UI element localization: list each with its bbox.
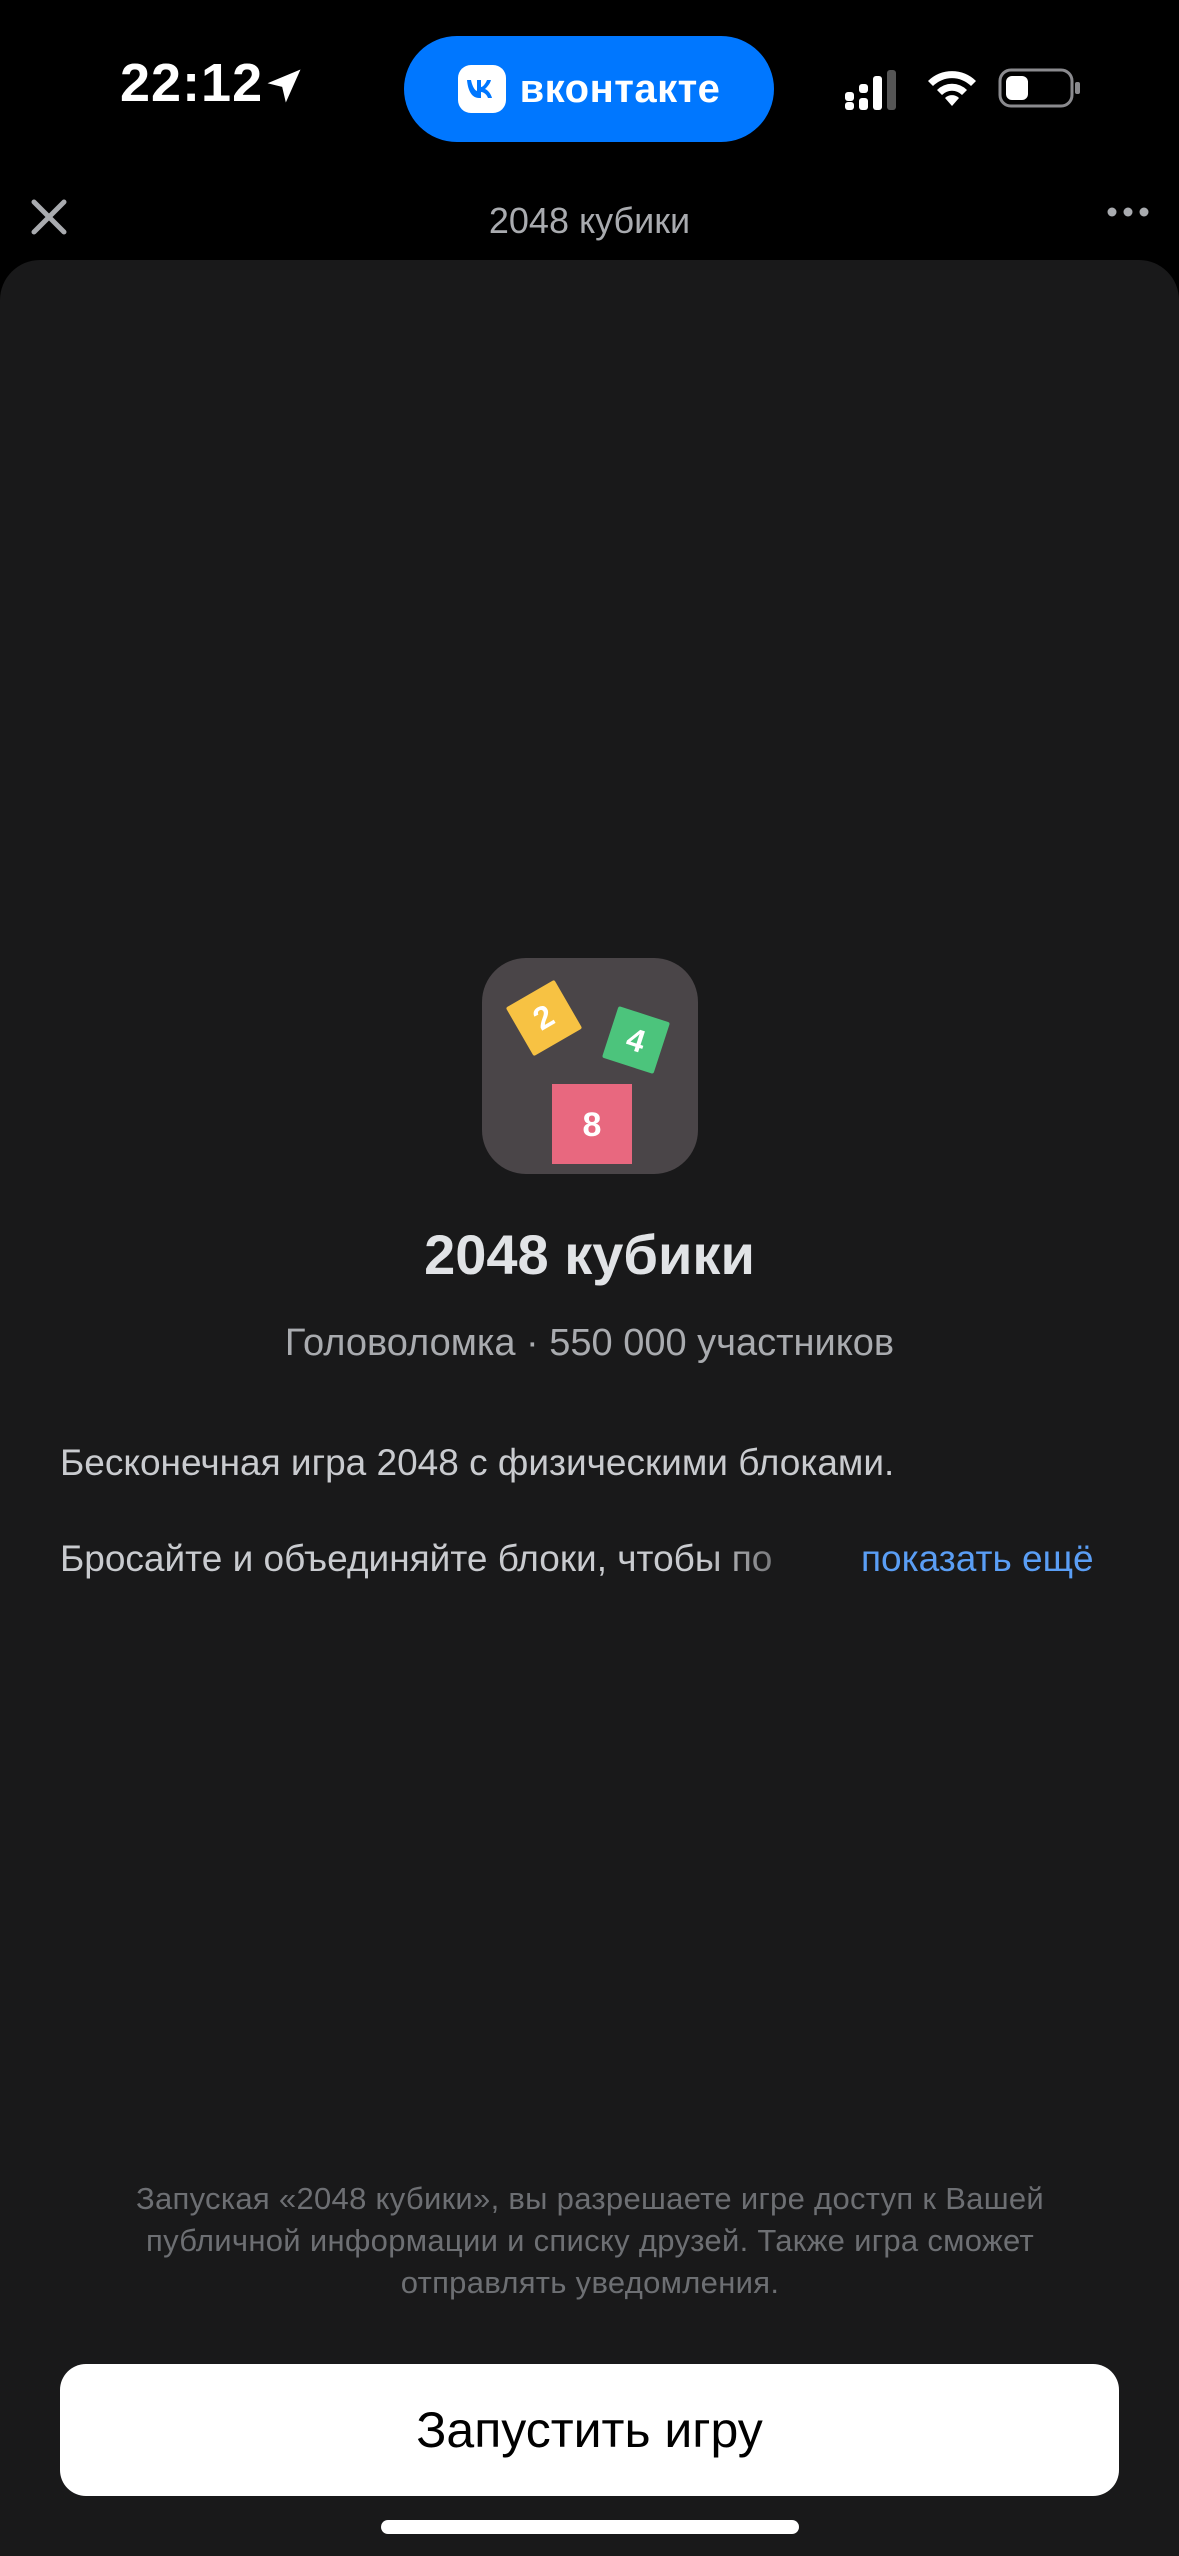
cellular-signal-icon bbox=[845, 70, 896, 110]
nav-title: 2048 кубики bbox=[488, 200, 691, 241]
show-more-link[interactable]: показать ещё bbox=[861, 1538, 1094, 1580]
launch-game-button[interactable]: Запустить игру bbox=[60, 2364, 1119, 2496]
description-line-2: Бросайте и объединяйте блоки, чтобы по bbox=[60, 1538, 860, 1580]
vk-app-pill[interactable]: вконтакте bbox=[404, 36, 774, 142]
tile-8: 8 bbox=[583, 1106, 602, 1144]
location-arrow-icon bbox=[267, 69, 301, 103]
status-time: 22:12 bbox=[120, 53, 264, 113]
wifi-icon bbox=[928, 71, 976, 106]
nav-header: 2048 кубики bbox=[0, 180, 1179, 260]
game-title: 2048 кубики bbox=[424, 1223, 755, 1286]
screen: 22:12 вконтакте 2048 кубики 2 4 8 2048 к… bbox=[0, 0, 1179, 2556]
status-bar: 22:12 вконтакте bbox=[0, 0, 1179, 170]
game-meta: Головоломка · 550 000 участников bbox=[284, 1322, 895, 1364]
description-line-1: Бесконечная игра 2048 с физическими блок… bbox=[60, 1442, 895, 1483]
vk-pill-label: вконтакте bbox=[519, 66, 721, 111]
game-app-icon: 2 4 8 bbox=[482, 958, 698, 1174]
home-indicator[interactable] bbox=[381, 2520, 799, 2534]
permission-note: Запуская «2048 кубики», вы разрешаете иг… bbox=[135, 2181, 1045, 2300]
more-horizontal-icon[interactable] bbox=[1106, 202, 1150, 222]
vk-logo-icon bbox=[457, 65, 506, 113]
battery-icon bbox=[998, 68, 1080, 108]
